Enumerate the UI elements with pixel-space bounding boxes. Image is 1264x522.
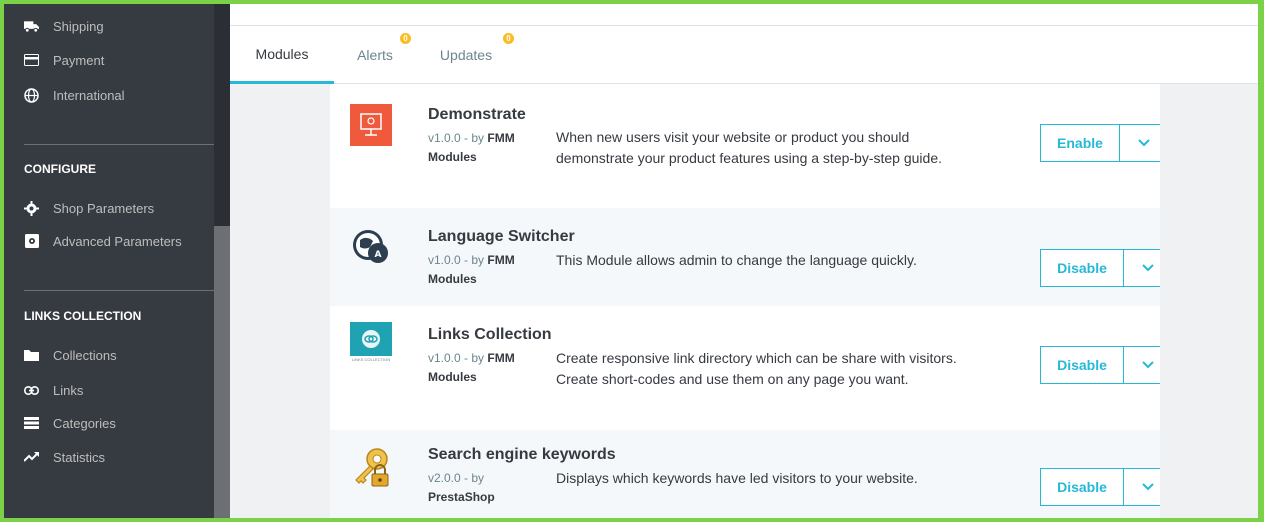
app-frame: Shipping Payment International CONFIGURE… [4,4,1258,518]
sidebar-item-collections[interactable]: Collections [24,344,117,366]
module-action-group: Disable [1040,468,1172,506]
module-meta: v1.0.0 - by FMM Modules [428,129,528,167]
module-author: Modules [428,150,477,164]
module-description: This Module allows admin to change the l… [556,252,917,268]
sidebar-item-shipping[interactable]: Shipping [24,15,104,37]
module-version: v1.0.0 - by [428,253,485,267]
chevron-down-icon [1141,356,1154,374]
module-version: v1.0.0 - by [428,131,485,145]
sidebar-divider [24,290,214,291]
module-meta: v2.0.0 - by PrestaShop [428,469,528,507]
truck-icon [24,19,39,34]
module-action-group: Disable [1040,346,1172,384]
module-author: PrestaShop [428,490,495,504]
module-meta: v1.0.0 - by FMM Modules [428,251,528,289]
tab-label: Modules [255,45,309,62]
sidebar-item-label: Shipping [53,18,104,34]
sidebar-scrollbar-thumb[interactable] [214,226,230,518]
tab-modules[interactable]: Modules [230,26,334,84]
links-collection-icon: LINKS COLLECTION [350,322,392,366]
sidebar-item-links[interactable]: Links [24,379,83,401]
chevron-down-icon [1141,478,1154,496]
top-bar [230,4,1258,26]
sidebar-item-label: Shop Parameters [53,200,155,216]
sidebar-item-label: Links [53,382,84,398]
module-author: Modules [428,272,477,286]
sidebar-item-label: Payment [53,52,105,68]
module-description: Displays which keywords have led visitor… [556,470,918,486]
enable-button[interactable]: Enable [1040,124,1120,162]
module-author: Modules [428,370,477,384]
sidebar-item-label: Advanced Parameters [53,233,182,249]
link-icon [24,383,39,398]
chevron-down-icon [1137,134,1150,152]
module-action-group: Disable [1040,249,1172,287]
module-name: Language Switcher [428,228,575,245]
presentation-icon [350,104,392,146]
module-name: Demonstrate [428,106,526,123]
sidebar-divider [24,144,214,145]
sidebar-item-advanced-parameters[interactable]: Advanced Parameters [24,230,182,252]
sidebar-section-links-collection: LINKS COLLECTION [24,309,142,323]
sidebar-item-statistics[interactable]: Statistics [24,446,105,468]
right-gutter [1160,84,1258,518]
sidebar-scrollbar[interactable] [214,4,230,518]
folder-icon [24,348,39,363]
sidebar-item-shop-parameters[interactable]: Shop Parameters [24,197,154,219]
module-row-language-switcher: A Language Switcher v1.0.0 - by FMM Modu… [330,208,1200,306]
module-author: FMM [487,253,515,267]
module-tabs: Modules Alerts 0 Updates 0 [230,26,1258,84]
list-icon [24,416,39,431]
links-collection-icon-caption: LINKS COLLECTION [351,357,391,362]
sidebar-item-international[interactable]: International [24,84,125,106]
sidebar-item-label: Statistics [53,449,106,465]
tab-label: Updates [439,47,493,63]
tab-alerts[interactable]: Alerts 0 [344,26,411,84]
tab-updates[interactable]: Updates 0 [430,26,514,84]
disable-button[interactable]: Disable [1040,346,1124,384]
module-version: v2.0.0 - by [428,471,485,485]
trending-icon [24,450,39,465]
svg-text:A: A [375,250,382,260]
main-content: Modules Alerts 0 Updates 0 Demonstrate v… [230,4,1258,518]
disable-button[interactable]: Disable [1040,468,1124,506]
module-row-search-engine-keywords: Search engine keywords v2.0.0 - by Prest… [330,430,1200,518]
settings-box-icon [24,234,39,249]
module-meta: v1.0.0 - by FMM Modules [428,349,528,387]
sidebar-item-label: Categories [53,415,116,431]
alerts-count-badge: 0 [400,33,411,44]
module-version: v1.0.0 - by [428,351,485,365]
module-author: FMM [487,351,515,365]
disable-button[interactable]: Disable [1040,249,1124,287]
module-action-group: Enable [1040,124,1168,162]
module-name: Search engine keywords [428,446,616,463]
sidebar: Shipping Payment International CONFIGURE… [4,4,230,518]
gear-icon [24,200,39,216]
module-row-demonstrate: Demonstrate v1.0.0 - by FMM Modules When… [330,84,1200,208]
sidebar-item-categories[interactable]: Categories [24,412,116,434]
sidebar-section-configure: CONFIGURE [24,162,96,176]
credit-card-icon [24,53,39,68]
key-lock-icon [350,446,392,488]
sidebar-item-label: Collections [53,347,117,363]
module-name: Links Collection [428,326,552,343]
module-list: Demonstrate v1.0.0 - by FMM Modules When… [330,84,1200,518]
sidebar-item-label: International [53,87,125,103]
module-description: Create responsive link directory which c… [556,350,957,387]
module-author: FMM [487,131,515,145]
sidebar-item-payment[interactable]: Payment [24,49,104,71]
language-icon: A [350,226,392,268]
chevron-down-icon [1141,259,1154,277]
module-row-links-collection: LINKS COLLECTION Links Collection v1.0.0… [330,306,1200,430]
globe-icon [24,87,39,103]
tab-label: Alerts [357,47,393,63]
module-description: When new users visit your website or pro… [556,129,942,166]
updates-count-badge: 0 [503,33,514,44]
